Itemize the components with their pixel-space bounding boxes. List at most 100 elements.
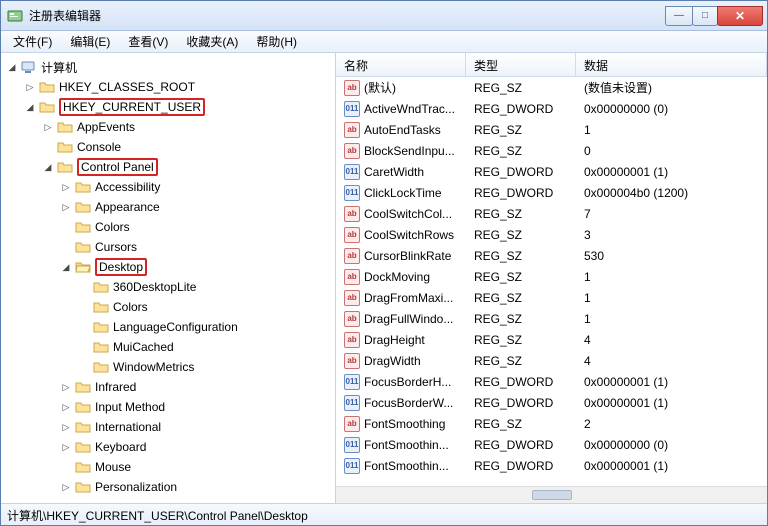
column-data[interactable]: 数据 [576,53,767,76]
value-row[interactable]: 011ActiveWndTrac...REG_DWORD0x00000000 (… [336,98,767,119]
expander-icon[interactable]: ▷ [59,380,73,394]
menu-help[interactable]: 帮助(H) [248,31,305,52]
expander-icon[interactable]: ▷ [59,480,73,494]
value-type: REG_SZ [466,249,576,263]
folder-icon [75,220,91,234]
value-name: FontSmoothin... [364,459,449,473]
string-value-icon: ab [344,248,360,264]
value-row[interactable]: abDockMovingREG_SZ1 [336,266,767,287]
menu-favorites[interactable]: 收藏夹(A) [178,31,246,52]
expander-icon[interactable]: ◢ [5,60,19,74]
value-row[interactable]: 011FontSmoothin...REG_DWORD0x00000000 (0… [336,434,767,455]
value-name: FontSmoothing [364,417,445,431]
string-value-icon: ab [344,353,360,369]
column-type[interactable]: 类型 [466,53,576,76]
value-name: ActiveWndTrac... [364,102,455,116]
value-row[interactable]: abAutoEndTasksREG_SZ1 [336,119,767,140]
expander-icon[interactable]: ▷ [59,200,73,214]
value-row[interactable]: 011FontSmoothin...REG_DWORD0x00000001 (1… [336,455,767,476]
expander-icon[interactable]: ▷ [59,420,73,434]
value-row[interactable]: abDragHeightREG_SZ4 [336,329,767,350]
tree-node-computer[interactable]: ◢ 计算机 [5,57,335,77]
tree-pane[interactable]: ◢ 计算机 ▷HKEY_CLASSES_ROOT ◢HKEY_CURRENT_U… [1,53,336,503]
folder-icon [39,100,55,114]
binary-value-icon: 011 [344,395,360,411]
value-row[interactable]: abDragFullWindo...REG_SZ1 [336,308,767,329]
value-row[interactable]: abBlockSendInpu...REG_SZ0 [336,140,767,161]
value-row[interactable]: 011FocusBorderW...REG_DWORD0x00000001 (1… [336,392,767,413]
value-row[interactable]: abDragFromMaxi...REG_SZ1 [336,287,767,308]
value-row[interactable]: abCoolSwitchCol...REG_SZ7 [336,203,767,224]
tree-node-international[interactable]: ▷International [59,417,335,437]
value-name: AutoEndTasks [364,123,441,137]
value-name: ClickLockTime [364,186,442,200]
tree-node-muicached[interactable]: ▷MuiCached [77,337,335,357]
menu-view[interactable]: 查看(V) [120,31,176,52]
body-split: ◢ 计算机 ▷HKEY_CLASSES_ROOT ◢HKEY_CURRENT_U… [1,53,767,503]
folder-icon [75,400,91,414]
expander-icon[interactable]: ▷ [59,440,73,454]
value-data: 2 [576,417,767,431]
tree-node-colors2[interactable]: ▷Colors [77,297,335,317]
value-name: FontSmoothin... [364,438,449,452]
tree-node-desklite[interactable]: ▷360DesktopLite [77,277,335,297]
tree-node-inputmethod[interactable]: ▷Input Method [59,397,335,417]
expander-icon[interactable]: ◢ [23,100,37,114]
tree-node-appevents[interactable]: ▷AppEvents [41,117,335,137]
tree-node-controlpanel[interactable]: ◢Control Panel [41,157,335,177]
value-data: 0x00000001 (1) [576,396,767,410]
horizontal-scrollbar[interactable] [336,486,767,503]
tree-node-hcu[interactable]: ◢HKEY_CURRENT_USER [23,97,335,117]
value-name: DockMoving [364,270,430,284]
value-row[interactable]: 011ClickLockTimeREG_DWORD0x000004b0 (120… [336,182,767,203]
tree-node-infrared[interactable]: ▷Infrared [59,377,335,397]
tree-node-console[interactable]: ▷Console [41,137,335,157]
value-type: REG_DWORD [466,186,576,200]
value-type: REG_SZ [466,291,576,305]
value-row[interactable]: abDragWidthREG_SZ4 [336,350,767,371]
menu-file[interactable]: 文件(F) [5,31,60,52]
folder-icon [39,80,55,94]
value-data: 0x00000001 (1) [576,375,767,389]
value-row[interactable]: 011FocusBorderH...REG_DWORD0x00000001 (1… [336,371,767,392]
folder-icon [57,120,73,134]
folder-icon [93,300,109,314]
tree-node-hcr[interactable]: ▷HKEY_CLASSES_ROOT [23,77,335,97]
tree-node-accessibility[interactable]: ▷Accessibility [59,177,335,197]
tree-node-langconf[interactable]: ▷LanguageConfiguration [77,317,335,337]
value-row[interactable]: abCoolSwitchRowsREG_SZ3 [336,224,767,245]
value-name: BlockSendInpu... [364,144,455,158]
titlebar[interactable]: 注册表编辑器 — □ ✕ [1,1,767,31]
value-type: REG_DWORD [466,375,576,389]
binary-value-icon: 011 [344,437,360,453]
registry-tree: ◢ 计算机 ▷HKEY_CLASSES_ROOT ◢HKEY_CURRENT_U… [5,57,335,497]
value-row[interactable]: 011CaretWidthREG_DWORD0x00000001 (1) [336,161,767,182]
expander-icon[interactable]: ▷ [59,400,73,414]
binary-value-icon: 011 [344,101,360,117]
value-type: REG_DWORD [466,102,576,116]
minimize-button[interactable]: — [665,6,693,26]
list-body[interactable]: ab(默认)REG_SZ(数值未设置) 011 ActiveWndTrac... RE… [336,77,767,486]
scrollbar-thumb[interactable] [532,490,572,500]
close-button[interactable]: ✕ [717,6,763,26]
expander-icon[interactable]: ▷ [41,120,55,134]
tree-node-mouse[interactable]: ▷Mouse [59,457,335,477]
tree-node-desktop[interactable]: ◢Desktop [59,257,335,277]
expander-icon[interactable]: ◢ [59,260,73,274]
column-name[interactable]: 名称 [336,53,466,76]
tree-node-keyboard[interactable]: ▷Keyboard [59,437,335,457]
expander-icon[interactable]: ▷ [23,80,37,94]
expander-icon[interactable]: ▷ [59,180,73,194]
tree-node-colors[interactable]: ▷Colors [59,217,335,237]
value-row[interactable]: abFontSmoothingREG_SZ2 [336,413,767,434]
menu-edit[interactable]: 编辑(E) [62,31,118,52]
value-row[interactable]: ab(默认)REG_SZ(数值未设置) [336,77,767,98]
tree-node-cursors[interactable]: ▷Cursors [59,237,335,257]
value-row[interactable]: abCursorBlinkRateREG_SZ530 [336,245,767,266]
folder-icon [93,280,109,294]
expander-icon[interactable]: ◢ [41,160,55,174]
tree-node-personalization[interactable]: ▷Personalization [59,477,335,497]
tree-node-appearance[interactable]: ▷Appearance [59,197,335,217]
tree-node-winmetrics[interactable]: ▷WindowMetrics [77,357,335,377]
maximize-button[interactable]: □ [692,6,718,26]
